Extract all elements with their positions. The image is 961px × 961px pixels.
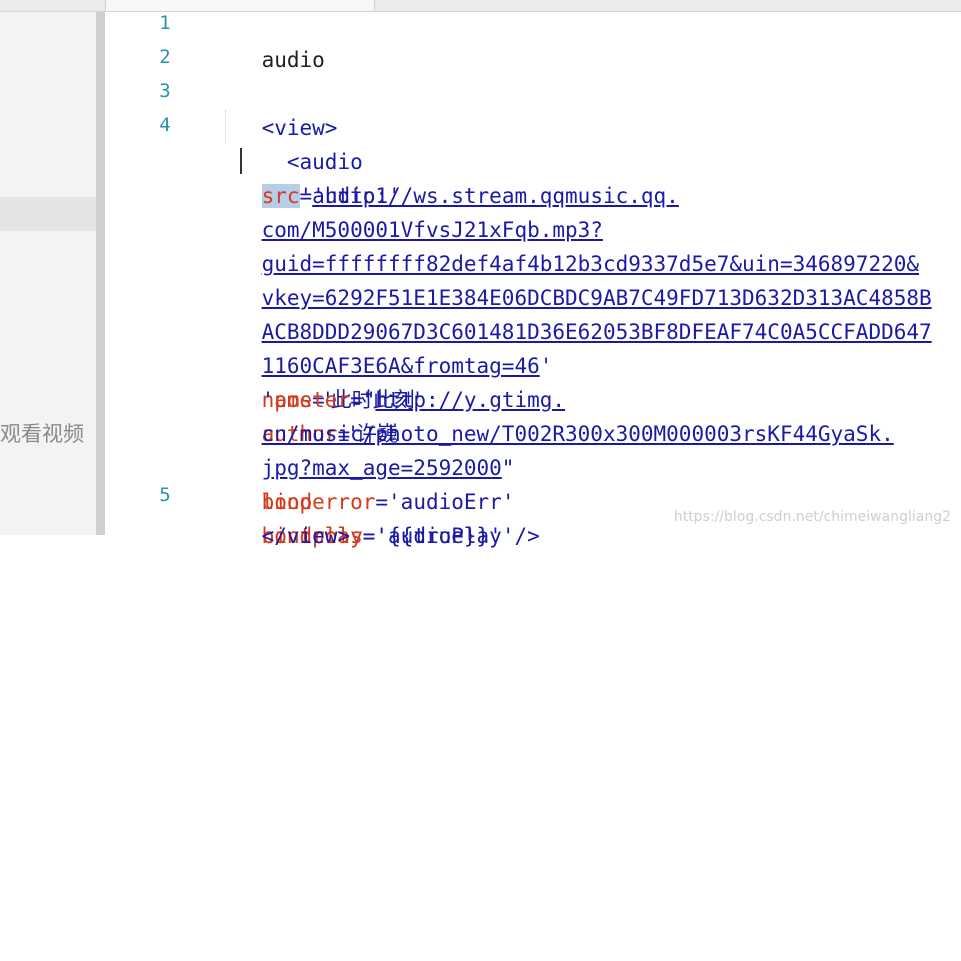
code-editor[interactable]: audio <view> <audio id='audio1' src='htt…: [211, 9, 932, 961]
file-explorer-sidebar: 观看视频: [0, 12, 96, 535]
code-line-4-wrap-9[interactable]: jpg?max_age=2592000" loop controls='{{tr…: [211, 417, 515, 548]
watermark-text: https://blog.csdn.net/chimeiwangliang2: [673, 509, 951, 525]
code-line-4[interactable]: <audio id='audio1': [211, 111, 401, 208]
sidebar-selected-item[interactable]: [0, 197, 96, 231]
code-line-4-wrap-1[interactable]: src='http://ws.stream.qqmusic.qq.: [211, 145, 679, 208]
code-line-4-wrap-3[interactable]: guid=ffffffff82def4af4b12b3cd9337d5e7&ui…: [211, 213, 919, 276]
code-line-3[interactable]: <view>: [211, 77, 338, 140]
code-line-4-wrap-8[interactable]: cn/music/photo_new/T002R300x300M000003rs…: [211, 383, 894, 446]
text-cursor: [240, 148, 242, 174]
line-number-3: 3: [159, 80, 171, 102]
pane-splitter[interactable]: [96, 12, 105, 535]
code-line-4-wrap-2[interactable]: com/M500001VfvsJ21xFqb.mp3?: [211, 179, 603, 242]
equals-sign: =: [362, 524, 376, 548]
code-line-5[interactable]: </view>: [211, 485, 351, 548]
code-line-4-wrap-7[interactable]: 'poster="http://y.gtimg.: [211, 349, 565, 412]
code-line-4-wrap-5[interactable]: ACB8DDD29067D3C601481D36E62053BF8DFEAF74…: [211, 281, 932, 344]
code-line-4-wrap-10[interactable]: binderror='audioErr' bindplay='audioPlay…: [211, 451, 540, 548]
line-number-5: 5: [159, 484, 171, 506]
self-close-tag: />: [514, 524, 540, 548]
code-text: audio: [261, 48, 325, 72]
attr-binderror-value: 'audioErr': [388, 490, 515, 514]
line-number-2: 2: [159, 46, 171, 68]
code-line-4-wrap-6[interactable]: 1160CAF3E6A&fromtag=46' name='此时此刻' auth…: [211, 315, 553, 446]
code-line-4-wrap-4[interactable]: vkey=6292F51E1E384E06DCBDC9AB7C49FD713D6…: [211, 247, 932, 310]
code-line-1[interactable]: audio: [211, 9, 325, 72]
equals-sign: =: [375, 490, 389, 514]
line-number-1: 1: [159, 12, 171, 34]
video-overlay-text: 观看视频: [0, 422, 84, 446]
attr-bindplay-value: 'audioPlay': [375, 524, 515, 548]
editor-tab-bar: [0, 0, 961, 12]
view-close-tag: </view>: [261, 524, 351, 548]
line-number-4: 4: [159, 114, 171, 136]
